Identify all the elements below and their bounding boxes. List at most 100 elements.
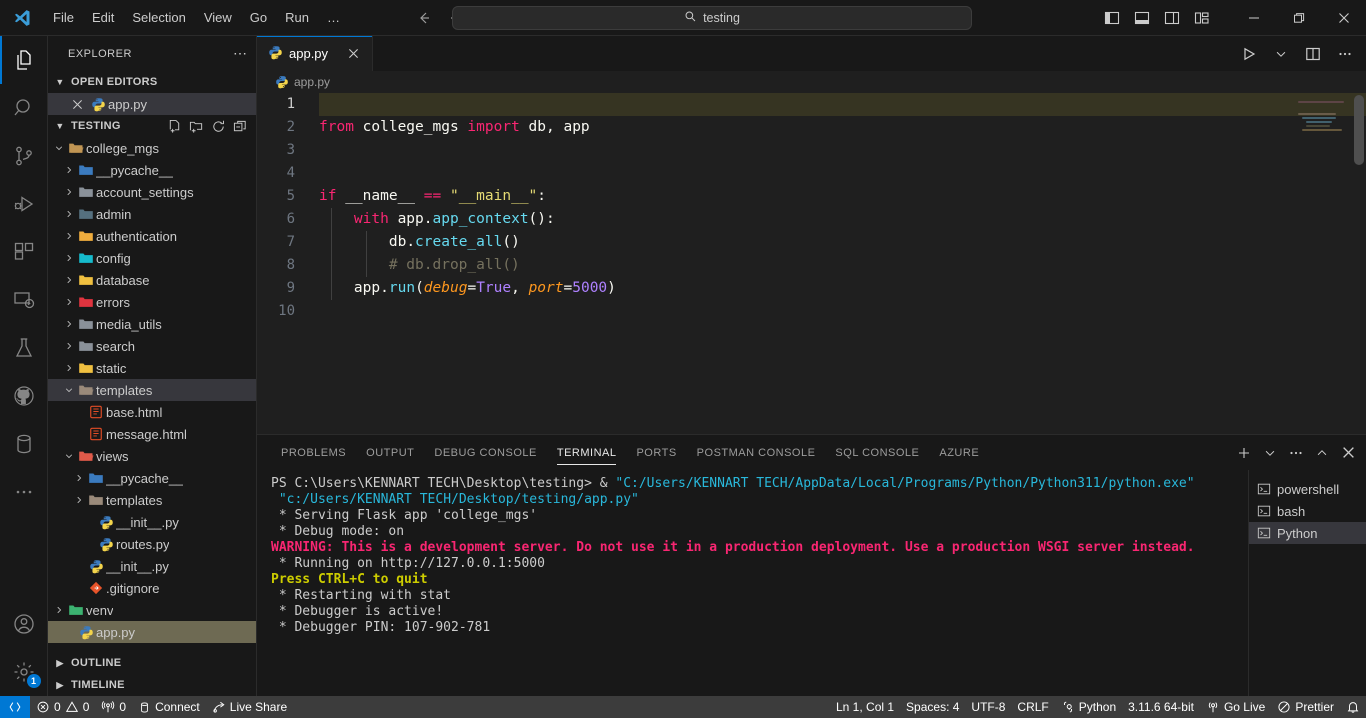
chevron-right-icon[interactable] <box>62 297 76 307</box>
tab-close-icon[interactable] <box>344 45 362 63</box>
tree-folder-row[interactable]: college_mgs <box>48 137 256 159</box>
activity-remote-explorer[interactable] <box>0 276 48 324</box>
code-line[interactable]: 5 if __name__ == "__main__": <box>257 185 1366 208</box>
menu-file[interactable]: File <box>44 6 83 30</box>
menu-more[interactable]: … <box>318 6 349 30</box>
status-encoding[interactable]: UTF-8 <box>965 696 1011 718</box>
chevron-down-icon[interactable] <box>62 451 76 461</box>
terminal-instance-powershell[interactable]: powershell <box>1249 478 1366 500</box>
command-center-search[interactable]: testing <box>452 6 972 30</box>
file-tree[interactable]: college_mgs __pycache__ account_settings ad… <box>48 137 256 652</box>
code-line[interactable]: 9 app.run(debug=True, port=5000) <box>257 277 1366 300</box>
tree-folder-row[interactable]: __pycache__ <box>48 467 256 489</box>
tree-folder-row[interactable]: config <box>48 247 256 269</box>
terminal-instances-list[interactable]: powershell bash Python <box>1248 470 1366 696</box>
activity-testing[interactable] <box>0 324 48 372</box>
tree-file-row[interactable]: __init__.py <box>48 511 256 533</box>
code-editor[interactable]: 1 2 from college_mgs import db, app 3 4 5 if _… <box>257 93 1366 434</box>
status-indentation[interactable]: Spaces: 4 <box>900 696 965 718</box>
status-language-mode[interactable]: Python <box>1055 696 1122 718</box>
panel-tab-output[interactable]: OUTPUT <box>356 435 424 470</box>
menu-view[interactable]: View <box>195 6 241 30</box>
minimap[interactable] <box>1298 97 1352 135</box>
activity-extensions[interactable] <box>0 228 48 276</box>
tree-folder-row[interactable]: admin <box>48 203 256 225</box>
chevron-right-icon[interactable] <box>62 253 76 263</box>
sidebar-more-icon[interactable]: ⋯ <box>233 45 248 62</box>
editor-scrollbar-thumb[interactable] <box>1354 95 1364 165</box>
section-timeline[interactable]: ▶ TIMELINE <box>48 674 256 696</box>
panel-tab-azure[interactable]: AZURE <box>929 435 989 470</box>
close-panel-icon[interactable] <box>1338 443 1358 463</box>
code-line[interactable]: 3 <box>257 139 1366 162</box>
chevron-right-icon[interactable] <box>72 495 86 505</box>
open-editor-item-app-py[interactable]: app.py <box>48 93 256 115</box>
tree-file-row[interactable]: .gitignore <box>48 577 256 599</box>
terminal-instance-python[interactable]: Python <box>1249 522 1366 544</box>
chevron-right-icon[interactable] <box>62 341 76 351</box>
chevron-down-icon[interactable] <box>52 143 66 153</box>
chevron-right-icon[interactable] <box>62 363 76 373</box>
menu-selection[interactable]: Selection <box>123 6 194 30</box>
new-terminal-icon[interactable] <box>1234 443 1254 463</box>
tab-app-py[interactable]: app.py <box>257 36 374 71</box>
section-open-editors[interactable]: ▼ OPEN EDITORS <box>48 71 256 93</box>
collapse-all-icon[interactable] <box>232 118 248 134</box>
chevron-right-icon[interactable] <box>62 165 76 175</box>
tree-folder-row[interactable]: static <box>48 357 256 379</box>
code-line[interactable]: 2 from college_mgs import db, app <box>257 116 1366 139</box>
toggle-panel-icon[interactable] <box>1131 7 1153 29</box>
panel-tab-ports[interactable]: PORTS <box>626 435 686 470</box>
remote-indicator[interactable] <box>0 696 30 718</box>
activity-account[interactable] <box>0 600 48 648</box>
terminal-instance-bash[interactable]: bash <box>1249 500 1366 522</box>
tree-folder-row[interactable]: __pycache__ <box>48 159 256 181</box>
activity-database[interactable] <box>0 420 48 468</box>
toggle-secondary-sidebar-icon[interactable] <box>1161 7 1183 29</box>
chevron-down-icon[interactable] <box>1260 443 1280 463</box>
code-line[interactable]: 8 # db.drop_all() <box>257 254 1366 277</box>
panel-tab-postman-console[interactable]: POSTMAN CONSOLE <box>687 435 826 470</box>
panel-tab-debug-console[interactable]: DEBUG CONSOLE <box>424 435 546 470</box>
chevron-right-icon[interactable] <box>62 187 76 197</box>
tree-file-row[interactable]: base.html <box>48 401 256 423</box>
activity-run-and-debug[interactable] <box>0 180 48 228</box>
code-line[interactable]: 10 <box>257 300 1366 323</box>
tree-folder-row[interactable]: search <box>48 335 256 357</box>
editor-scrollbar[interactable] <box>1352 93 1366 434</box>
activity-more[interactable] <box>0 468 48 516</box>
status-errors-warnings[interactable]: 0 0 <box>30 696 95 718</box>
section-workspace[interactable]: ▼ TESTING <box>48 115 256 137</box>
refresh-icon[interactable] <box>210 118 226 134</box>
menu-go[interactable]: Go <box>241 6 276 30</box>
chevron-right-icon[interactable] <box>62 319 76 329</box>
code-line[interactable]: 6 with app.app_context(): <box>257 208 1366 231</box>
close-button[interactable] <box>1321 0 1366 36</box>
tree-folder-row[interactable]: media_utils <box>48 313 256 335</box>
new-file-icon[interactable] <box>166 118 182 134</box>
menu-edit[interactable]: Edit <box>83 6 123 30</box>
chevron-right-icon[interactable] <box>62 275 76 285</box>
status-eol[interactable]: CRLF <box>1011 696 1054 718</box>
chevron-right-icon[interactable] <box>62 231 76 241</box>
tree-folder-row[interactable]: templates <box>48 379 256 401</box>
panel-tab-terminal[interactable]: TERMINAL <box>547 435 627 470</box>
status-connect[interactable]: Connect <box>132 696 206 718</box>
tree-folder-row[interactable]: database <box>48 269 256 291</box>
tree-folder-row[interactable]: views <box>48 445 256 467</box>
tree-file-row[interactable]: routes.py <box>48 533 256 555</box>
split-editor-icon[interactable] <box>1302 43 1324 65</box>
new-folder-icon[interactable] <box>188 118 204 134</box>
tree-file-row[interactable]: __init__.py <box>48 555 256 577</box>
code-line[interactable]: 7 db.create_all() <box>257 231 1366 254</box>
chevron-right-icon[interactable] <box>52 605 66 615</box>
section-outline[interactable]: ▶ OUTLINE <box>48 652 256 674</box>
status-cursor-position[interactable]: Ln 1, Col 1 <box>830 696 900 718</box>
panel-tab-sql-console[interactable]: SQL CONSOLE <box>825 435 929 470</box>
tree-file-row[interactable]: message.html <box>48 423 256 445</box>
maximize-button[interactable] <box>1276 0 1321 36</box>
breadcrumb[interactable]: app.py <box>257 71 1366 93</box>
tree-folder-row[interactable]: errors <box>48 291 256 313</box>
more-actions-icon[interactable] <box>1334 43 1356 65</box>
code-line[interactable]: 1 <box>257 93 1366 116</box>
